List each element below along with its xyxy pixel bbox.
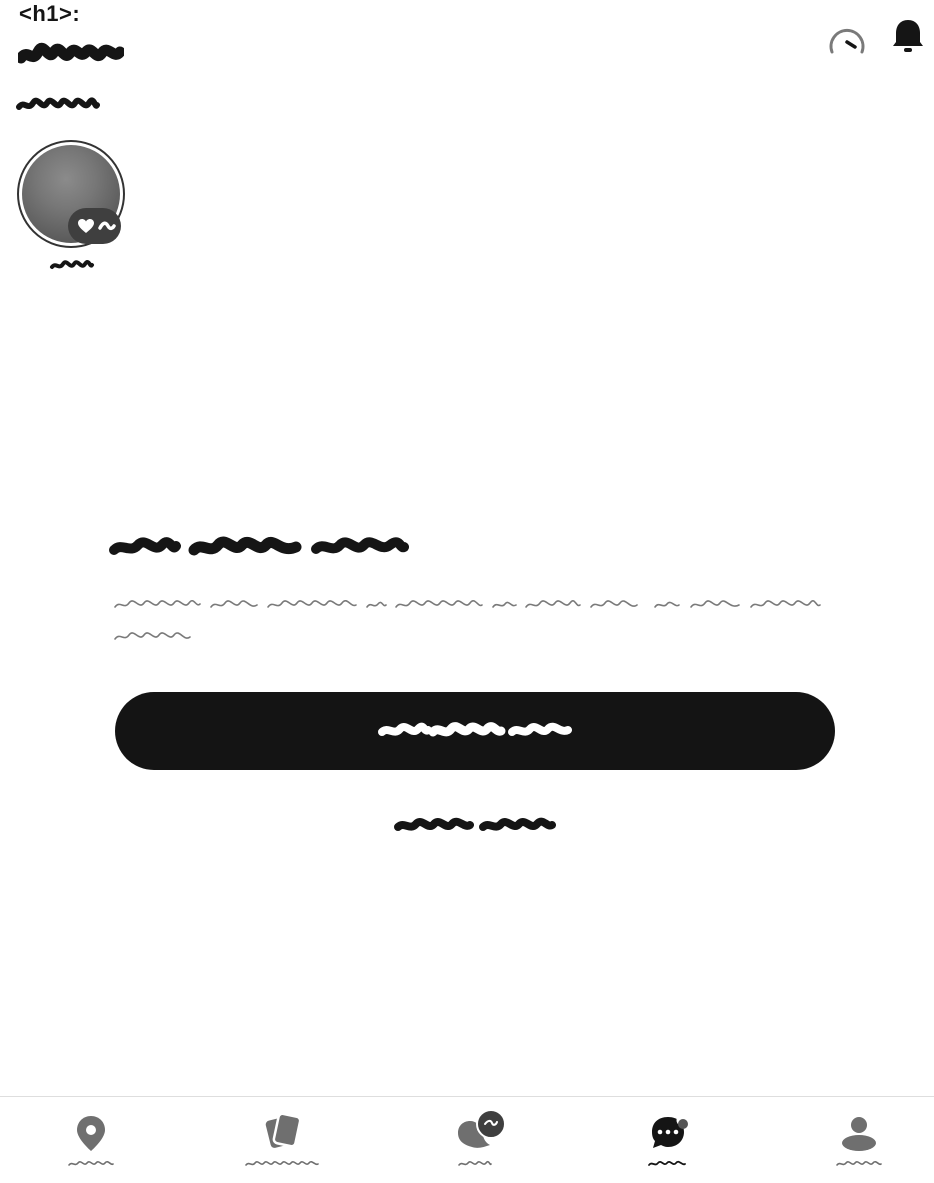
page-title xyxy=(18,42,124,64)
page-subtitle xyxy=(16,97,100,110)
secondary-action-link[interactable] xyxy=(394,814,556,838)
location-pin-icon xyxy=(77,1116,105,1151)
nav-item-cards[interactable] xyxy=(187,1097,373,1183)
empty-state-heading xyxy=(109,536,409,556)
nav-label xyxy=(648,1160,686,1166)
cards-icon xyxy=(265,1113,302,1148)
bubble-badge-icon xyxy=(458,1109,506,1148)
nav-label xyxy=(836,1160,882,1166)
messages-page: <h1>: xyxy=(0,0,934,1183)
nav-label xyxy=(245,1160,319,1166)
nav-item-profile[interactable] xyxy=(748,1097,934,1183)
wave-icon xyxy=(98,221,116,231)
chat-icon xyxy=(652,1113,690,1148)
notification-dot xyxy=(678,1119,688,1129)
empty-state-description xyxy=(114,599,821,640)
avatar-label xyxy=(50,260,94,269)
h1-marker: <h1>: xyxy=(19,1,81,26)
nav-label xyxy=(68,1160,114,1166)
avatar-badge xyxy=(68,208,121,244)
primary-action-button[interactable] xyxy=(115,692,835,770)
nav-item-bubble[interactable] xyxy=(374,1097,560,1183)
person-icon xyxy=(842,1117,876,1151)
bottom-nav xyxy=(0,1096,934,1183)
avatar[interactable] xyxy=(17,140,125,248)
nav-label xyxy=(458,1160,492,1166)
bell-icon[interactable] xyxy=(892,18,924,54)
header-actions xyxy=(814,18,934,58)
nav-item-chat[interactable] xyxy=(561,1097,747,1183)
nav-item-location[interactable] xyxy=(0,1097,186,1183)
primary-action-button-label xyxy=(378,722,572,737)
speedometer-icon[interactable] xyxy=(828,22,866,56)
heart-icon xyxy=(78,219,94,233)
